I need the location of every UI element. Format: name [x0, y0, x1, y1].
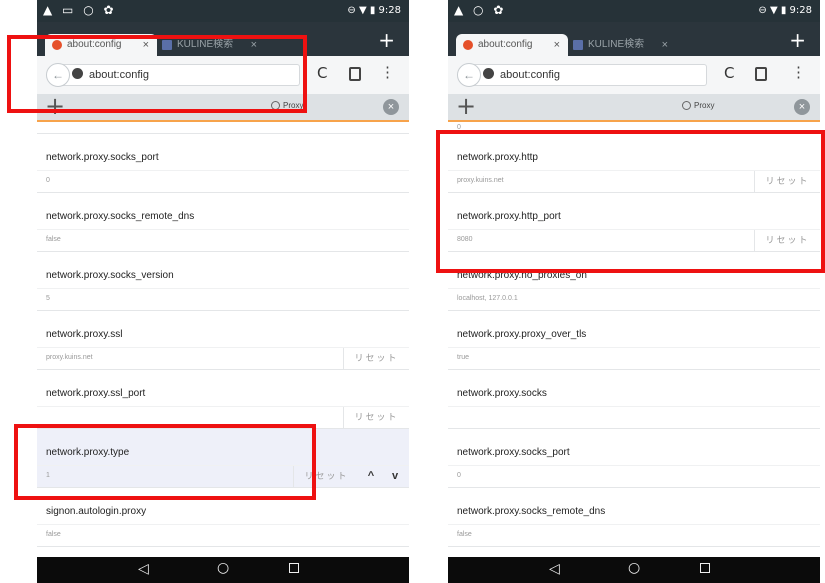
- highlight-proxy-type: [14, 424, 316, 500]
- close-tab-icon[interactable]: ×: [662, 34, 668, 56]
- list-item[interactable]: network.proxy.socks_remote_dns false: [448, 488, 820, 547]
- chevron-down-icon[interactable]: v: [383, 466, 407, 487]
- nav-home-icon[interactable]: ○: [217, 560, 229, 576]
- tab-label: KULINE検索: [588, 39, 645, 50]
- nav-back-icon[interactable]: ◁: [549, 561, 560, 577]
- close-tab-icon[interactable]: ×: [554, 34, 560, 56]
- url-text: about:config: [500, 69, 560, 81]
- divider: [448, 347, 820, 348]
- nav-recents-icon[interactable]: [289, 563, 299, 573]
- menu-button[interactable]: ⋮: [791, 63, 806, 81]
- clear-filter-button[interactable]: ×: [383, 99, 399, 115]
- url-bar: about:config ← C ⋮: [448, 56, 820, 94]
- divider: [37, 288, 409, 289]
- divider: [448, 406, 820, 407]
- globe-icon: [483, 68, 494, 79]
- pref-name: network.proxy.socks_port: [457, 447, 570, 458]
- right-screenshot: ▲ ○ ✿ ⊖ ▼ ▮ 9:28 about:config × KULINE検索…: [448, 0, 820, 583]
- status-clock: ⊖ ▼ ▮ 9:28: [758, 5, 812, 16]
- pref-name: network.proxy.ssl_port: [46, 388, 146, 399]
- status-icons: ▲ ○ ✿: [454, 3, 507, 17]
- pref-name: network.proxy.proxy_over_tls: [457, 329, 587, 340]
- list-item[interactable]: network.proxy.socks_port 0: [448, 429, 820, 488]
- list-item[interactable]: network.proxy.ssl_port リセット: [37, 370, 409, 429]
- pref-name: signon.autologin.proxy: [46, 506, 147, 517]
- pref-name: network.proxy.ssl: [46, 329, 123, 340]
- pref-value: false: [46, 236, 61, 243]
- nav-home-icon[interactable]: ○: [628, 560, 640, 576]
- android-nav-bar: ◁ ○: [448, 557, 820, 583]
- tab-strip: about:config × KULINE検索 × +: [448, 22, 820, 56]
- url-field[interactable]: about:config: [473, 64, 707, 86]
- filter-text: Proxy: [694, 101, 715, 110]
- pref-value: localhost, 127.0.0.1: [457, 295, 518, 302]
- status-clock: ⊖ ▼ ▮ 9:28: [347, 5, 401, 16]
- divider: [37, 524, 409, 525]
- status-bar: ▲ ○ ✿ ⊖ ▼ ▮ 9:28: [448, 0, 820, 22]
- pref-value: 0: [46, 177, 50, 184]
- pref-value: false: [46, 531, 61, 538]
- pref-value: true: [457, 354, 470, 361]
- menu-button[interactable]: ⋮: [380, 63, 395, 81]
- list-item[interactable]: network.proxy.socks_remote_dns false: [37, 193, 409, 252]
- clear-filter-button[interactable]: ×: [794, 99, 810, 115]
- status-icons: ▲ ▭ ○ ✿: [43, 3, 117, 17]
- reload-button[interactable]: C: [317, 64, 327, 82]
- tab-kuline[interactable]: KULINE検索 ×: [566, 34, 676, 56]
- new-tab-button[interactable]: +: [378, 28, 395, 52]
- tab-label: about:config: [478, 39, 533, 50]
- site-icon: [573, 40, 583, 50]
- divider: [448, 288, 820, 289]
- highlight-proxy-http: [436, 130, 825, 273]
- nav-recents-icon[interactable]: [700, 563, 710, 573]
- reset-button[interactable]: リセット: [343, 407, 409, 428]
- pref-name: network.proxy.socks: [457, 388, 547, 399]
- pref-value: 0: [457, 472, 461, 479]
- list-item[interactable]: network.proxy.proxy_over_tls true: [448, 311, 820, 370]
- new-tab-button[interactable]: +: [789, 28, 806, 52]
- list-item[interactable]: [37, 122, 409, 134]
- pref-name: network.proxy.socks_remote_dns: [457, 506, 606, 517]
- search-icon: [682, 101, 691, 110]
- highlight-url-bar: [7, 35, 307, 113]
- divider: [37, 170, 409, 171]
- list-item[interactable]: network.proxy.ssl proxy.kuins.net リセット: [37, 311, 409, 370]
- tabs-icon[interactable]: [755, 67, 767, 81]
- divider: [448, 524, 820, 525]
- status-bar: ▲ ▭ ○ ✿ ⊖ ▼ ▮ 9:28: [37, 0, 409, 22]
- android-nav-bar: ◁ ○: [37, 557, 409, 583]
- pref-name: network.proxy.socks_remote_dns: [46, 211, 195, 222]
- reload-button[interactable]: C: [724, 64, 734, 82]
- list-item[interactable]: network.proxy.socks: [448, 370, 820, 429]
- chevron-up-icon[interactable]: ^: [359, 466, 383, 487]
- pref-value: proxy.kuins.net: [46, 354, 93, 361]
- config-toolbar: + Proxy ×: [448, 92, 820, 122]
- add-pref-button[interactable]: +: [456, 92, 476, 120]
- list-item[interactable]: network.proxy.socks_version 5: [37, 252, 409, 311]
- pref-name: network.proxy.socks_version: [46, 270, 174, 281]
- filter-input[interactable]: Proxy: [682, 101, 714, 110]
- back-button[interactable]: ←: [457, 63, 481, 87]
- divider: [448, 465, 820, 466]
- divider: [37, 229, 409, 230]
- reset-button[interactable]: リセット: [343, 348, 409, 369]
- pref-value: false: [457, 531, 472, 538]
- tabs-icon[interactable]: [349, 67, 361, 81]
- tab-about-config[interactable]: about:config ×: [456, 34, 568, 56]
- nav-back-icon[interactable]: ◁: [138, 561, 149, 577]
- list-item[interactable]: network.proxy.socks_port 0: [37, 134, 409, 193]
- firefox-icon: [463, 40, 473, 50]
- pref-value: 5: [46, 295, 50, 302]
- pref-name: network.proxy.socks_port: [46, 152, 159, 163]
